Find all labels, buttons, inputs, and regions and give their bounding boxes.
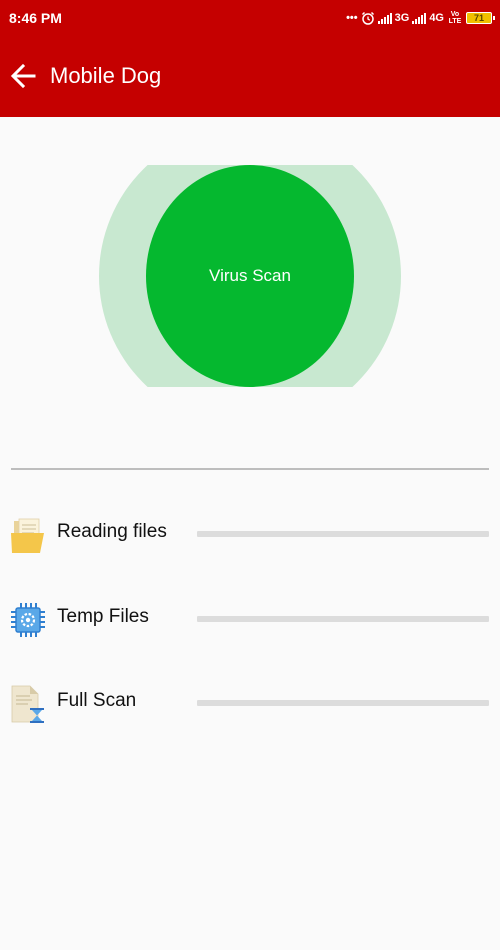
status-icons: ••• 3G 4G Vo LTE 71 (346, 8, 495, 28)
app-bar: 8:46 PM ••• 3G 4G Vo LTE 71 Mobile Dog (0, 0, 500, 117)
scan-item-full-scan: Full Scan (0, 684, 500, 728)
progress-bar (197, 616, 489, 622)
virus-scan-label: Virus Scan (209, 266, 291, 285)
scan-item-reading-files: Reading files (0, 515, 500, 559)
signal-strength-icon (377, 12, 392, 24)
scan-item-label: Reading files (57, 521, 167, 542)
arrow-left-icon (10, 63, 36, 89)
progress-bar (197, 531, 489, 537)
virus-scan-button[interactable]: Virus Scan (146, 165, 354, 387)
document-hourglass-icon (11, 685, 44, 723)
network-type-4g: 4G (429, 12, 444, 24)
cpu-chip-icon (11, 603, 45, 637)
battery-icon: 71 (466, 12, 495, 24)
status-bar: 8:46 PM ••• 3G 4G Vo LTE 71 (0, 0, 500, 36)
alarm-icon (361, 11, 374, 25)
status-time: 8:46 PM (9, 10, 62, 26)
notification-dots: ••• (346, 12, 358, 24)
volte-indicator: Vo LTE (447, 11, 463, 25)
scan-item-label: Temp Files (57, 606, 149, 627)
volte-line1: Vo (450, 11, 460, 18)
page-title: Mobile Dog (50, 63, 162, 88)
scan-item-label: Full Scan (57, 690, 137, 711)
back-button[interactable] (6, 58, 42, 94)
network-type-3g: 3G (394, 12, 410, 24)
volte-line2: LTE (448, 18, 462, 25)
scan-area: Virus Scan (0, 165, 500, 387)
progress-bar (197, 700, 489, 706)
signal-strength-icon-2 (412, 12, 427, 24)
scan-item-temp-files: Temp Files (0, 600, 500, 644)
divider (11, 468, 489, 470)
folder-icon (11, 518, 44, 553)
